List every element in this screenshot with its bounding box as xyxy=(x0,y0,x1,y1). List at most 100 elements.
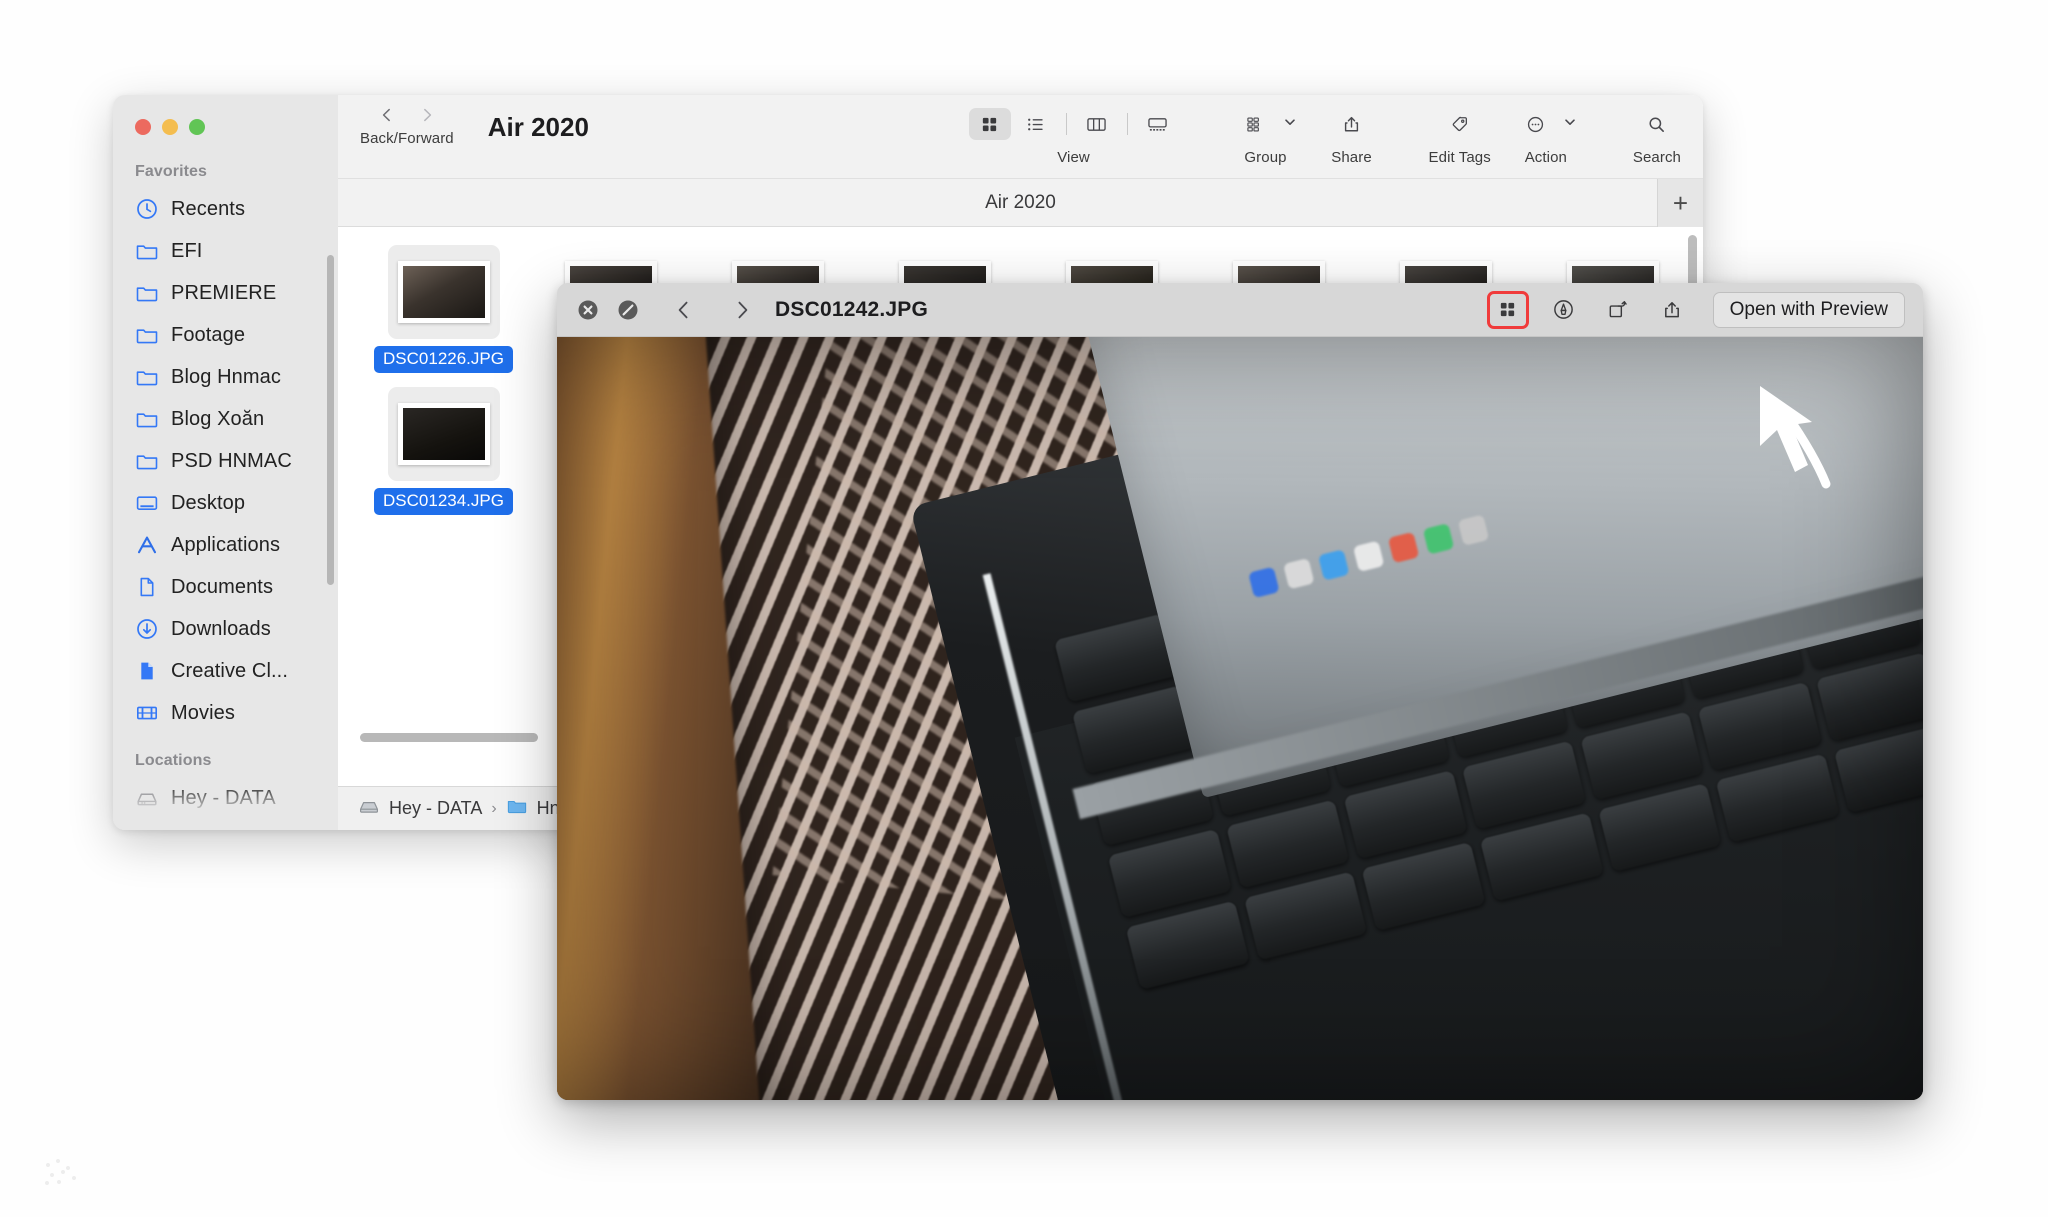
sidebar-item-footage[interactable]: Footage xyxy=(113,314,338,356)
film-icon xyxy=(135,701,159,725)
decorative-speck xyxy=(44,1159,84,1187)
file-item[interactable]: DSC01226.JPG xyxy=(360,245,527,373)
nav-group: Back/Forward xyxy=(360,95,454,147)
index-sheet-icon[interactable] xyxy=(1486,290,1529,329)
sidebar-item-label: Applications xyxy=(171,533,281,556)
share-icon[interactable] xyxy=(1653,293,1691,327)
quicklook-window: DSC01242.JPG Open with Preview xyxy=(557,283,1923,1100)
file-name-label[interactable]: DSC01226.JPG xyxy=(374,346,513,373)
file-item[interactable]: DSC01234.JPG xyxy=(360,386,527,523)
search-icon[interactable] xyxy=(1636,108,1678,140)
toolbar-divider xyxy=(1126,113,1128,135)
search-group: Search xyxy=(1633,107,1681,166)
breadcrumb-label: Hey - DATA xyxy=(389,798,483,818)
sidebar-item-label: Footage xyxy=(171,323,246,346)
quicklook-tools: Open with Preview xyxy=(1486,290,1905,329)
next-image-button[interactable] xyxy=(725,293,759,327)
markup-pen-icon[interactable] xyxy=(1545,293,1583,327)
action-button[interactable] xyxy=(1515,108,1557,140)
folder-icon xyxy=(135,239,159,263)
minimize-window-button[interactable] xyxy=(162,119,178,135)
rotate-icon[interactable] xyxy=(1599,293,1637,327)
screen: Favorites Recents EFI PREMIERE Footage B… xyxy=(0,0,2048,1217)
folder-icon xyxy=(135,323,159,347)
share-label: Share xyxy=(1331,149,1372,166)
gallery-view-button[interactable] xyxy=(1137,108,1179,140)
breadcrumb-hey-data[interactable]: Hey - DATA xyxy=(358,795,482,822)
new-tab-button[interactable]: + xyxy=(1657,179,1703,227)
file-thumbnail[interactable] xyxy=(387,245,500,339)
close-circle-icon[interactable] xyxy=(571,293,605,327)
column-view-button[interactable] xyxy=(1076,108,1118,140)
edit-tags-group: Edit Tags xyxy=(1429,107,1491,166)
breadcrumb-hnl[interactable]: Hnl xyxy=(506,795,564,822)
quicklook-toolbar: DSC01242.JPG Open with Preview xyxy=(557,283,1923,337)
sidebar-item-label: EFI xyxy=(171,239,203,262)
applications-icon xyxy=(135,533,159,557)
sidebar-item-recents[interactable]: Recents xyxy=(113,188,338,230)
breadcrumb-separator: › xyxy=(491,799,497,817)
tab-bar: Air 2020 + xyxy=(338,179,1703,227)
sidebar-item-applications[interactable]: Applications xyxy=(113,524,338,566)
chevron-down-icon[interactable] xyxy=(1283,115,1297,134)
action-group: Action xyxy=(1515,107,1577,166)
open-with-preview-button[interactable]: Open with Preview xyxy=(1712,291,1905,328)
list-view-button[interactable] xyxy=(1015,108,1057,140)
folder-icon xyxy=(506,795,528,822)
sidebar-item-downloads[interactable]: Downloads xyxy=(113,608,338,650)
no-entry-circle-icon[interactable] xyxy=(611,293,645,327)
previous-image-button[interactable] xyxy=(667,293,701,327)
window-controls[interactable] xyxy=(113,101,338,135)
forward-button[interactable] xyxy=(419,107,435,123)
sidebar-item-documents[interactable]: Documents xyxy=(113,566,338,608)
back-button[interactable] xyxy=(379,107,395,123)
group-button[interactable] xyxy=(1235,108,1277,140)
close-window-button[interactable] xyxy=(135,119,151,135)
desktop-icon xyxy=(135,491,159,515)
sidebar-item-label: Creative Cl... xyxy=(171,659,288,682)
document-icon xyxy=(135,575,159,599)
zoom-window-button[interactable] xyxy=(189,119,205,135)
sidebar-item-label: Blog Xoăn xyxy=(171,407,265,430)
sidebar-item-movies[interactable]: Movies xyxy=(113,692,338,734)
share-button[interactable] xyxy=(1331,108,1373,140)
clock-icon xyxy=(135,197,159,221)
sidebar-section-favorites-header: Favorites xyxy=(135,163,208,180)
folder-icon xyxy=(135,281,159,305)
sidebar-item-creative-cloud[interactable]: Creative Cl... xyxy=(113,650,338,692)
sidebar-item-hey-data[interactable]: Hey - DATA xyxy=(113,777,338,819)
edit-tags-button[interactable] xyxy=(1439,108,1481,140)
folder-icon xyxy=(135,449,159,473)
harddisk-icon xyxy=(135,786,159,810)
sidebar-section-locations-header: Locations xyxy=(135,752,212,769)
file-icon xyxy=(135,659,159,683)
file-name-label[interactable]: DSC01234.JPG xyxy=(374,487,513,515)
tab-air-2020[interactable]: Air 2020 xyxy=(985,192,1056,214)
grid-horizontal-scrollbar[interactable] xyxy=(360,733,538,742)
sidebar-scrollbar[interactable] xyxy=(327,255,334,585)
file-thumbnail[interactable] xyxy=(387,386,500,481)
finder-toolbar: Back/Forward Air 2020 View Group Share E… xyxy=(338,95,1703,179)
sidebar-item-blog-hnmac[interactable]: Blog Hnmac xyxy=(113,356,338,398)
sidebar-item-label: Recents xyxy=(171,197,246,220)
download-icon xyxy=(135,617,159,641)
sidebar-item-premiere[interactable]: PREMIERE xyxy=(113,272,338,314)
search-label: Search xyxy=(1632,149,1681,166)
sidebar-item-psd-hnmac[interactable]: PSD HNMAC xyxy=(113,440,338,482)
view-group: View xyxy=(968,107,1179,166)
sidebar-item-blog-xoan[interactable]: Blog Xoăn xyxy=(113,398,338,440)
toolbar-divider xyxy=(1065,113,1067,135)
finder-sidebar: Favorites Recents EFI PREMIERE Footage B… xyxy=(113,95,338,830)
chevron-down-icon[interactable] xyxy=(1563,115,1577,134)
sidebar-item-desktop[interactable]: Desktop xyxy=(113,482,338,524)
toolbar-right: View Group Share Edit Tags Action Search xyxy=(968,95,1703,166)
sidebar-item-label: PREMIERE xyxy=(171,281,277,304)
icon-view-button[interactable] xyxy=(968,108,1011,140)
thumbnail-image xyxy=(397,261,490,323)
edit-tags-label: Edit Tags xyxy=(1428,149,1491,166)
nav-label: Back/Forward xyxy=(360,130,454,147)
group-label: Group xyxy=(1244,149,1287,166)
sidebar-item-efi[interactable]: EFI xyxy=(113,230,338,272)
folder-icon xyxy=(135,365,159,389)
sidebar-scroll[interactable]: Favorites Recents EFI PREMIERE Footage B… xyxy=(113,135,338,819)
